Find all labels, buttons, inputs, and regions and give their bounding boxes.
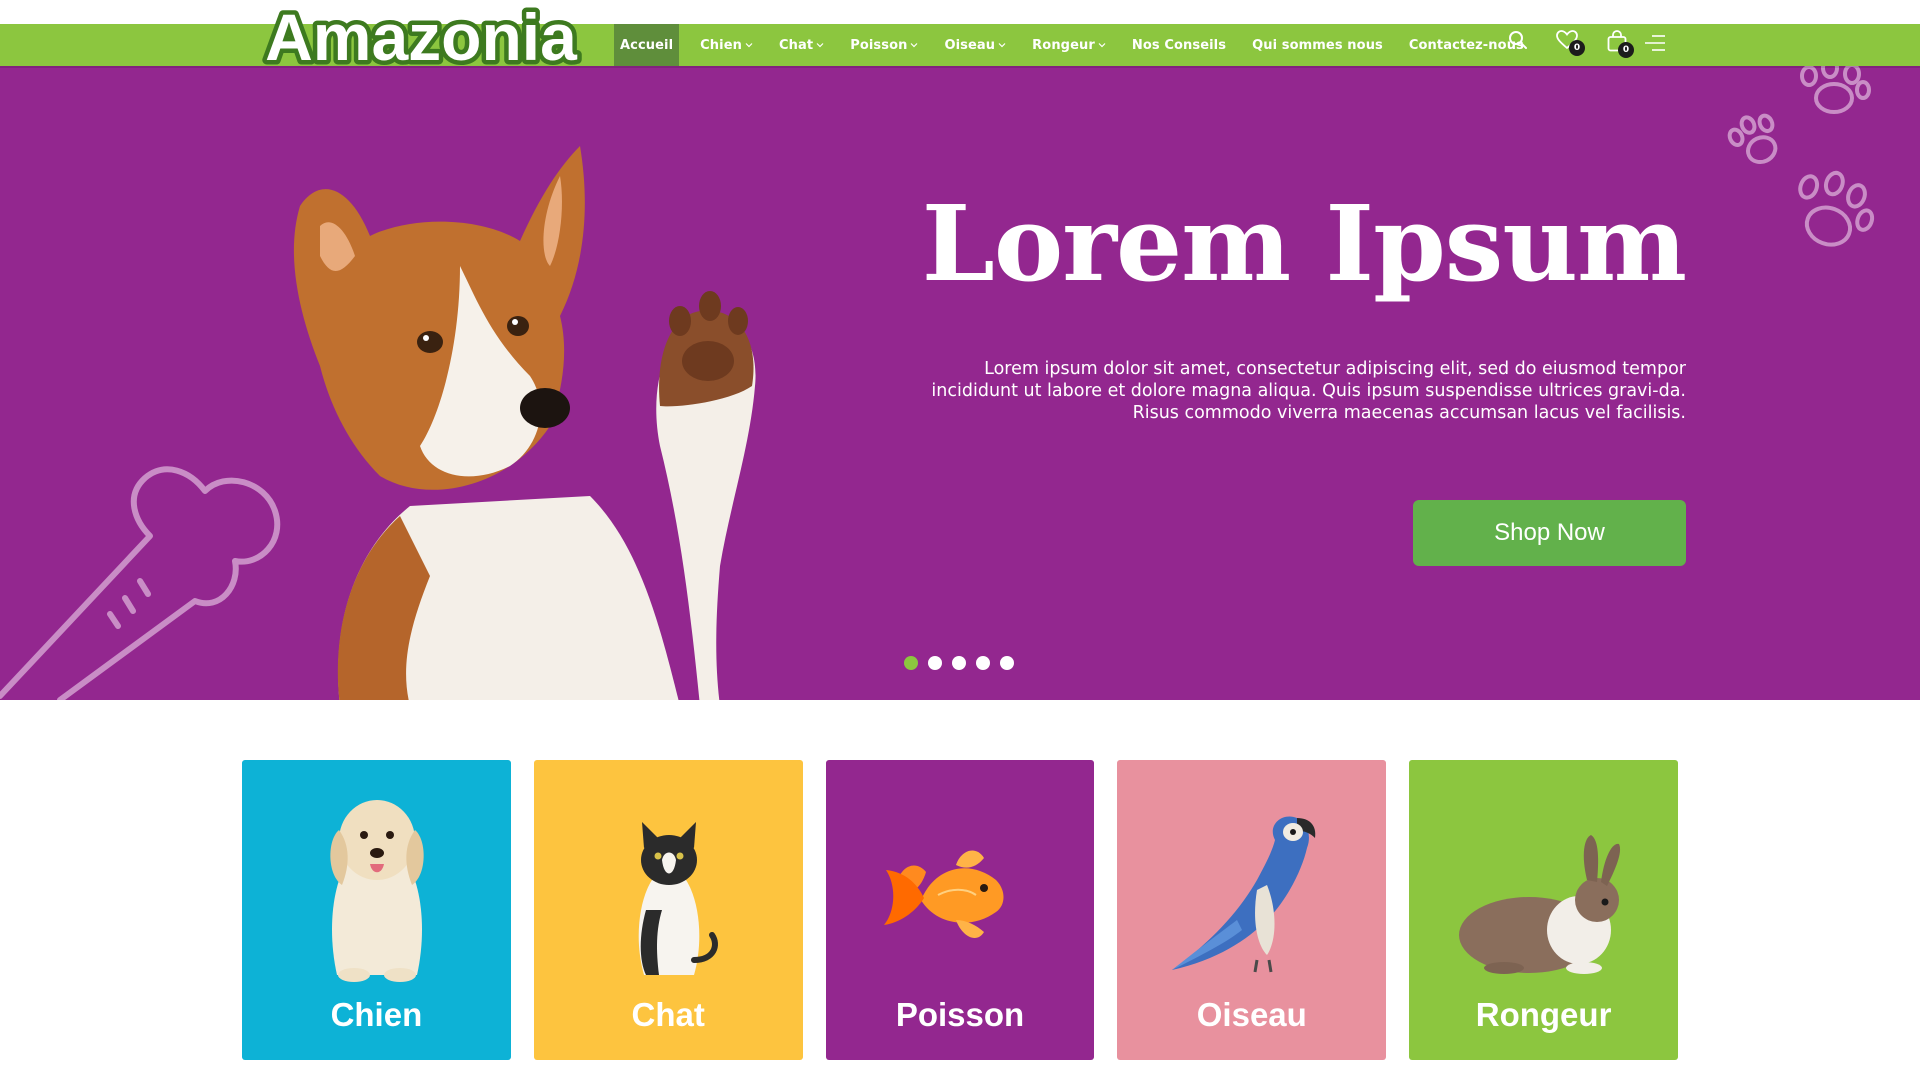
nav-item-oiseau[interactable]: Oiseau bbox=[931, 24, 1019, 66]
slider-dot-1[interactable] bbox=[904, 656, 918, 670]
cart-count-badge: 0 bbox=[1618, 42, 1634, 58]
menu-button[interactable] bbox=[1644, 34, 1666, 52]
main-nav: Accueil Chien Chat Poisson Oiseau Rongeu… bbox=[614, 24, 1537, 66]
wishlist-button[interactable]: 0 bbox=[1556, 30, 1585, 56]
category-label: Chat bbox=[631, 996, 705, 1033]
dog-icon bbox=[242, 760, 511, 990]
category-card-chien[interactable]: Chien bbox=[242, 760, 511, 1060]
hero-slider: Lorem Ipsum Lorem ipsum dolor sit amet, … bbox=[0, 66, 1920, 700]
chevron-down-icon bbox=[745, 41, 753, 49]
hero-title: Lorem Ipsum bbox=[921, 182, 1687, 305]
nav-label: Rongeur bbox=[1032, 37, 1095, 53]
cart-button[interactable]: 0 bbox=[1607, 30, 1634, 58]
slider-dot-2[interactable] bbox=[928, 656, 942, 670]
logo[interactable]: Amazonia bbox=[254, 0, 588, 82]
slider-dot-5[interactable] bbox=[1000, 656, 1014, 670]
hero-description: Lorem ipsum dolor sit amet, consectetur … bbox=[931, 359, 1686, 423]
category-label: Oiseau bbox=[1196, 996, 1307, 1033]
category-grid: Chien Chat Poisson Oiseau Rongeur bbox=[242, 760, 1678, 1060]
category-label: Chien bbox=[330, 996, 423, 1033]
nav-item-qui-sommes-nous[interactable]: Qui sommes nous bbox=[1239, 24, 1396, 66]
nav-item-chat[interactable]: Chat bbox=[766, 24, 837, 66]
parrot-icon bbox=[1117, 760, 1386, 990]
search-icon bbox=[1509, 31, 1527, 49]
menu-icon bbox=[1645, 35, 1665, 51]
slider-dot-3[interactable] bbox=[952, 656, 966, 670]
category-card-chat[interactable]: Chat bbox=[533, 760, 803, 1060]
slider-dot-4[interactable] bbox=[976, 656, 990, 670]
paw-print-icon bbox=[1727, 113, 1778, 165]
nav-label: Nos Conseils bbox=[1131, 37, 1227, 53]
nav-item-poisson[interactable]: Poisson bbox=[837, 24, 931, 66]
nav-label: Qui sommes nous bbox=[1252, 37, 1383, 53]
category-label: Rongeur bbox=[1475, 996, 1612, 1033]
category-card-oiseau[interactable]: Oiseau bbox=[1117, 760, 1387, 1060]
nav-label: Accueil bbox=[620, 37, 674, 53]
nav-label: Chat bbox=[779, 37, 814, 53]
nav-label: Contactez-nous bbox=[1408, 37, 1524, 53]
cat-icon bbox=[534, 760, 803, 990]
category-card-poisson[interactable]: Poisson bbox=[825, 760, 1095, 1060]
nav-label: Oiseau bbox=[944, 37, 996, 53]
bone-icon bbox=[0, 466, 281, 700]
rabbit-icon bbox=[1409, 760, 1678, 990]
shop-now-button[interactable]: Shop Now bbox=[1413, 500, 1686, 566]
logo-text: Amazonia bbox=[265, 0, 578, 74]
paw-print-icon bbox=[1798, 170, 1875, 247]
fish-icon bbox=[826, 760, 1095, 990]
nav-label: Poisson bbox=[850, 37, 908, 53]
chevron-down-icon bbox=[1098, 41, 1106, 49]
nav-item-rongeur[interactable]: Rongeur bbox=[1019, 24, 1119, 66]
nav-item-accueil[interactable]: Accueil bbox=[614, 24, 680, 66]
amazonia-logo-icon: Amazonia bbox=[261, 0, 583, 79]
category-label: Poisson bbox=[895, 996, 1025, 1033]
chevron-down-icon bbox=[816, 41, 824, 49]
wishlist-count-badge: 0 bbox=[1569, 40, 1585, 56]
nav-item-chien[interactable]: Chien bbox=[687, 24, 766, 66]
search-button[interactable] bbox=[1508, 30, 1528, 50]
chevron-down-icon bbox=[910, 41, 918, 49]
nav-label: Chien bbox=[700, 37, 742, 53]
category-card-rongeur[interactable]: Rongeur bbox=[1409, 760, 1678, 1060]
chevron-down-icon bbox=[998, 41, 1006, 49]
nav-item-nos-conseils[interactable]: Nos Conseils bbox=[1119, 24, 1239, 66]
slider-dots bbox=[904, 656, 1014, 670]
page: Amazonia Accueil Chien Chat Poisson Oise… bbox=[0, 0, 1920, 1080]
paw-print-icon bbox=[1800, 66, 1871, 114]
